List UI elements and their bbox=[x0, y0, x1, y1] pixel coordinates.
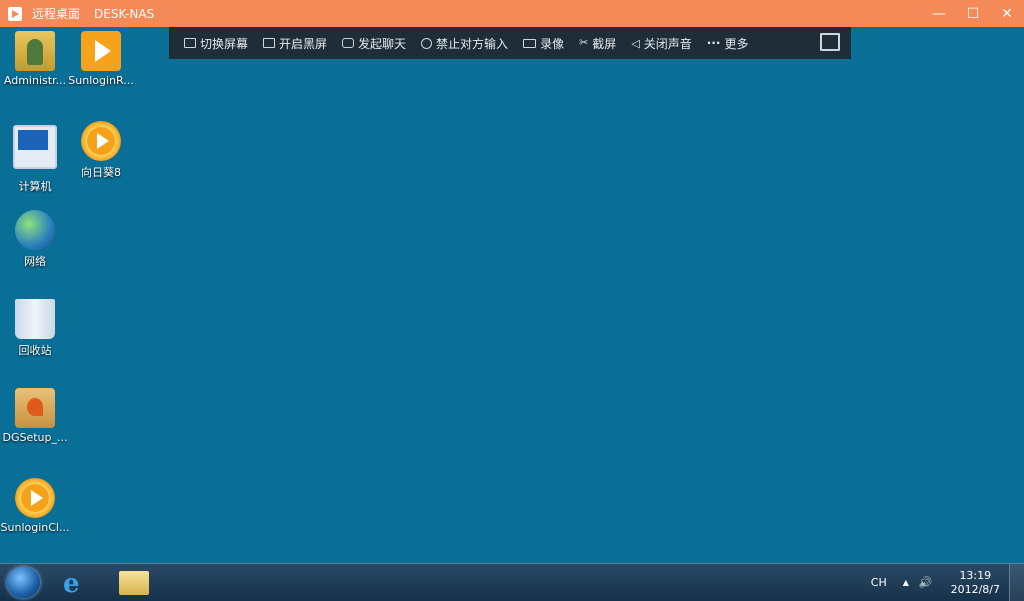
tray-expand-icon[interactable]: ▲ bbox=[903, 578, 909, 587]
sunlogin-client-icon bbox=[15, 478, 55, 518]
desktop-icon-label: 计算机 bbox=[18, 180, 52, 193]
chat-button[interactable]: 发起聊天 bbox=[342, 35, 406, 52]
clock-time: 13:19 bbox=[959, 568, 992, 582]
record-icon bbox=[523, 38, 537, 48]
forbid-input-icon bbox=[421, 37, 433, 49]
system-tray: CH ▲ 🔊 13:19 2012/8/7 bbox=[871, 564, 1024, 601]
desktop-icon-label: 网络 bbox=[24, 255, 46, 268]
desktop-icon-label: Administr... bbox=[3, 74, 67, 87]
language-indicator[interactable]: CH bbox=[871, 576, 887, 589]
more-icon: ··· bbox=[706, 36, 721, 50]
file-explorer-icon[interactable] bbox=[119, 571, 149, 595]
toolbar-label: 切换屏幕 bbox=[200, 36, 249, 51]
recycle-bin-icon bbox=[15, 299, 55, 339]
remote-toolbar: 切换屏幕 开启黑屏 发起聊天 禁止对方输入 录像 ✂ 截屏 ◁ 关闭声音 ···… bbox=[169, 27, 851, 59]
show-desktop-button[interactable] bbox=[1009, 564, 1024, 601]
screenshot-icon: ✂ bbox=[579, 36, 589, 49]
desktop-icon-label: 回收站 bbox=[18, 344, 52, 357]
start-button[interactable] bbox=[7, 567, 40, 598]
mute-button[interactable]: ◁ 关闭声音 bbox=[631, 35, 691, 52]
speaker-icon: ◁ bbox=[631, 36, 640, 50]
clock-date: 2012/8/7 bbox=[950, 582, 1000, 596]
toolbar-label: 开启黑屏 bbox=[279, 36, 328, 51]
volume-icon[interactable]: 🔊 bbox=[919, 576, 933, 589]
fullscreen-icon[interactable] bbox=[820, 33, 840, 51]
desktop-icon-label: DGSetup_... bbox=[2, 431, 68, 444]
desktop-icon-recycle-bin[interactable]: 回收站 bbox=[0, 299, 71, 358]
toolbar-label: 发起聊天 bbox=[358, 36, 407, 51]
user-folder-icon bbox=[15, 31, 55, 71]
clock[interactable]: 13:19 2012/8/7 bbox=[951, 569, 1000, 597]
toolbar-label: 更多 bbox=[724, 36, 749, 51]
title-bar: 远程桌面 DESK-NAS — ☐ ✕ bbox=[0, 0, 1024, 27]
internet-explorer-icon[interactable]: e bbox=[63, 569, 93, 599]
desktop-icon-dgsetup[interactable]: DGSetup_... bbox=[0, 388, 71, 444]
toolbar-label: 关闭声音 bbox=[643, 36, 692, 51]
minimize-button[interactable]: — bbox=[922, 0, 956, 27]
forbid-input-button[interactable]: 禁止对方输入 bbox=[421, 35, 508, 52]
screenshot-button[interactable]: ✂ 截屏 bbox=[579, 35, 616, 52]
sunlogin-logo-icon bbox=[8, 6, 22, 21]
close-button[interactable]: ✕ bbox=[990, 0, 1024, 27]
toolbar-label: 截屏 bbox=[592, 36, 617, 51]
sunlogin-remote-icon bbox=[81, 31, 121, 71]
host-name: DESK-NAS bbox=[94, 6, 155, 21]
window-controls: — ☐ ✕ bbox=[922, 0, 1024, 27]
desktop-icon-sunlogin-remote[interactable]: SunloginR... bbox=[65, 31, 137, 87]
setup-package-icon bbox=[15, 388, 55, 428]
desktop-icon-administrator[interactable]: Administr... bbox=[0, 31, 71, 87]
record-button[interactable]: 录像 bbox=[523, 35, 564, 52]
desktop-icon-computer[interactable]: 计算机 bbox=[0, 121, 71, 194]
more-button[interactable]: ··· 更多 bbox=[707, 35, 749, 52]
desktop-icon-label: SunloginCl... bbox=[0, 521, 70, 534]
network-icon bbox=[15, 210, 55, 250]
black-screen-button[interactable]: 开启黑屏 bbox=[263, 35, 327, 52]
switch-screen-icon bbox=[184, 38, 196, 48]
desktop-icon-label: SunloginR... bbox=[68, 74, 134, 87]
taskbar: e CH ▲ 🔊 13:19 2012/8/7 bbox=[0, 563, 1024, 601]
desktop-icon-network[interactable]: 网络 bbox=[0, 210, 71, 269]
toolbar-label: 禁止对方输入 bbox=[436, 36, 509, 51]
black-screen-icon bbox=[263, 38, 276, 48]
chat-icon bbox=[342, 38, 355, 48]
desktop-icon-label: 向日葵8 bbox=[81, 166, 121, 179]
toolbar-label: 录像 bbox=[540, 36, 565, 51]
desktop-icon-sunlogin8[interactable]: 向日葵8 bbox=[65, 121, 137, 180]
remote-desktop[interactable]: Administr... SunloginR... 计算机 向日葵8 网络 回收… bbox=[0, 27, 1024, 563]
computer-icon bbox=[13, 125, 57, 169]
sunlogin-icon bbox=[81, 121, 121, 161]
window-title: 远程桌面 bbox=[32, 7, 81, 21]
maximize-button[interactable]: ☐ bbox=[956, 0, 990, 27]
desktop-icon-sunlogin-client[interactable]: SunloginCl... bbox=[0, 478, 71, 534]
switch-screen-button[interactable]: 切换屏幕 bbox=[184, 35, 248, 52]
